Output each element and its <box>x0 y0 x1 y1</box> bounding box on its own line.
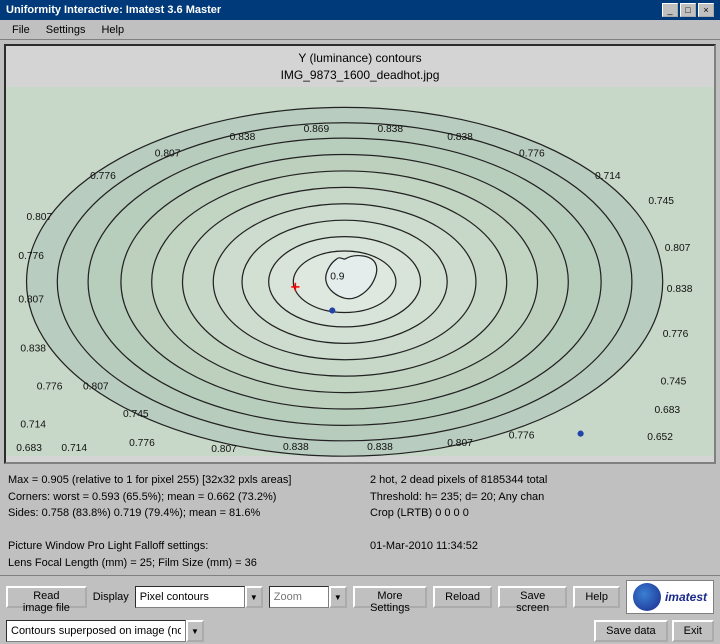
display-label: Display <box>93 591 129 603</box>
info-focal: Lens Focal Length (mm) = 25; Film Size (… <box>8 555 350 572</box>
zoom-input[interactable] <box>269 586 329 608</box>
chart-area: Y (luminance) contours IMG_9873_1600_dea… <box>4 44 716 464</box>
chart-title-line2: IMG_9873_1600_deadhot.jpg <box>6 67 714 84</box>
info-date: 01-Mar-2010 11:34:52 <box>370 538 712 555</box>
help-button[interactable]: Help <box>573 586 620 608</box>
svg-text:0.714: 0.714 <box>61 443 87 454</box>
minimize-button[interactable]: _ <box>662 3 678 17</box>
svg-text:0.9: 0.9 <box>330 271 345 282</box>
svg-text:0.714: 0.714 <box>595 171 621 182</box>
info-max: Max = 0.905 (relative to 1 for pixel 255… <box>8 472 350 489</box>
svg-text:0.776: 0.776 <box>519 148 545 159</box>
svg-text:0.807: 0.807 <box>211 444 237 455</box>
svg-text:0.776: 0.776 <box>663 329 689 340</box>
info-section: Max = 0.905 (relative to 1 for pixel 255… <box>0 468 720 575</box>
svg-text:0.776: 0.776 <box>18 251 44 262</box>
title-bar: Uniformity Interactive: Imatest 3.6 Mast… <box>0 0 720 20</box>
svg-text:0.776: 0.776 <box>37 381 63 392</box>
menu-bar: File Settings Help <box>0 20 720 40</box>
zoom-combo: ▼ <box>269 586 347 608</box>
svg-text:0.683: 0.683 <box>654 405 680 416</box>
svg-text:0.807: 0.807 <box>665 243 691 254</box>
svg-text:0.745: 0.745 <box>648 195 674 206</box>
chart-title-line1: Y (luminance) contours <box>6 50 714 67</box>
more-settings-button[interactable]: More Settings <box>353 586 427 608</box>
display-dropdown-arrow[interactable]: ▼ <box>245 586 263 608</box>
svg-text:0.745: 0.745 <box>123 409 149 420</box>
svg-text:0.807: 0.807 <box>155 148 181 159</box>
logo-icon <box>633 583 661 611</box>
svg-text:0.683: 0.683 <box>16 443 42 454</box>
info-right: 2 hot, 2 dead pixels of 8185344 total Th… <box>370 472 712 571</box>
close-button[interactable]: × <box>698 3 714 17</box>
display-input[interactable] <box>135 586 245 608</box>
status-input[interactable] <box>6 620 186 642</box>
svg-text:0.838: 0.838 <box>367 442 393 453</box>
svg-text:0.838: 0.838 <box>377 124 403 135</box>
menu-settings[interactable]: Settings <box>38 22 94 38</box>
save-screen-button[interactable]: Save screen <box>498 586 567 608</box>
display-combo: ▼ <box>135 586 263 608</box>
reload-button[interactable]: Reload <box>433 586 492 608</box>
svg-text:0.838: 0.838 <box>230 132 256 143</box>
window-controls: _ □ × <box>662 3 714 17</box>
menu-help[interactable]: Help <box>93 22 132 38</box>
info-left: Max = 0.905 (relative to 1 for pixel 255… <box>8 472 350 571</box>
svg-text:0.745: 0.745 <box>661 376 687 387</box>
save-data-button[interactable]: Save data <box>594 620 668 642</box>
contour-chart: 0.776 0.807 0.838 0.776 0.714 0.683 0.77… <box>6 86 714 457</box>
read-image-button[interactable]: Read image file <box>6 586 87 608</box>
contour-svg: 0.776 0.807 0.838 0.776 0.714 0.683 0.77… <box>6 86 714 457</box>
svg-text:0.838: 0.838 <box>20 343 46 354</box>
svg-text:0.776: 0.776 <box>509 430 535 441</box>
info-corners: Corners: worst = 0.593 (65.5%); mean = 0… <box>8 489 350 506</box>
info-pwp-label: Picture Window Pro Light Falloff setting… <box>8 538 350 555</box>
svg-text:0.652: 0.652 <box>647 431 673 442</box>
menu-file[interactable]: File <box>4 22 38 38</box>
status-combo: ▼ <box>6 620 204 642</box>
svg-text:0.776: 0.776 <box>129 438 155 449</box>
info-threshold: Threshold: h= 235; d= 20; Any chan <box>370 489 712 506</box>
svg-text:0.807: 0.807 <box>83 381 109 392</box>
toolbar-row1: Read image file Display ▼ ▼ More Setting… <box>0 575 720 618</box>
svg-text:0.838: 0.838 <box>447 132 473 143</box>
chart-title: Y (luminance) contours IMG_9873_1600_dea… <box>6 46 714 86</box>
logo-text: imatest <box>665 590 707 604</box>
imatest-logo: imatest <box>626 580 714 614</box>
info-crop: Crop (LRTB) 0 0 0 0 <box>370 505 712 522</box>
toolbar-row2: ▼ Save data Exit <box>0 618 720 644</box>
status-dropdown-arrow[interactable]: ▼ <box>186 620 204 642</box>
maximize-button[interactable]: □ <box>680 3 696 17</box>
svg-text:0.838: 0.838 <box>283 442 309 453</box>
svg-text:0.776: 0.776 <box>90 171 116 182</box>
svg-text:0.807: 0.807 <box>27 212 53 223</box>
exit-button[interactable]: Exit <box>672 620 714 642</box>
svg-text:0.714: 0.714 <box>20 419 46 430</box>
info-sides: Sides: 0.758 (83.8%) 0.719 (79.4%); mean… <box>8 505 350 522</box>
info-pixels: 2 hot, 2 dead pixels of 8185344 total <box>370 472 712 489</box>
svg-text:0.807: 0.807 <box>18 294 44 305</box>
zoom-dropdown-arrow[interactable]: ▼ <box>329 586 347 608</box>
svg-text:0.869: 0.869 <box>304 124 330 135</box>
svg-text:0.807: 0.807 <box>447 438 473 449</box>
svg-text:0.838: 0.838 <box>667 284 693 295</box>
window-title: Uniformity Interactive: Imatest 3.6 Mast… <box>6 4 221 16</box>
